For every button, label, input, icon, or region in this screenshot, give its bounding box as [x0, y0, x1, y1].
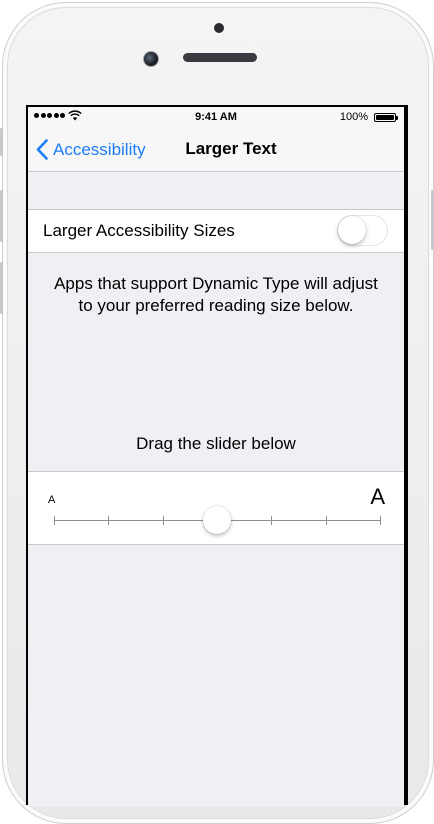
- slider-tick: [271, 516, 272, 525]
- slider-tick: [163, 516, 164, 525]
- volume-up-button: [0, 190, 3, 242]
- dynamic-type-description: Apps that support Dynamic Type will adju…: [54, 274, 378, 315]
- small-text-label: A: [48, 494, 56, 506]
- larger-sizes-label: Larger Accessibility Sizes: [43, 221, 235, 240]
- proximity-sensor: [214, 23, 224, 33]
- toggle-knob: [338, 216, 366, 244]
- slider-tick: [326, 516, 327, 525]
- larger-sizes-row: Larger Accessibility Sizes: [28, 209, 404, 253]
- slider-thumb[interactable]: [203, 506, 231, 534]
- battery-icon: [374, 113, 398, 122]
- display: 9:41 AM 100% Accessibility Larger Text L…: [28, 107, 404, 807]
- slider-hint: Drag the slider below: [136, 434, 296, 453]
- earpiece-speaker: [183, 53, 257, 62]
- slider-tick: [380, 516, 381, 525]
- larger-sizes-toggle[interactable]: [337, 215, 388, 246]
- slider-tick: [54, 516, 55, 525]
- back-chevron-icon: [36, 139, 48, 160]
- screen: 9:41 AM 100% Accessibility Larger Text L…: [26, 105, 408, 807]
- mute-switch: [0, 128, 3, 156]
- back-button[interactable]: Accessibility: [36, 139, 146, 160]
- battery-percent: 100%: [339, 111, 368, 123]
- large-text-label: A: [370, 484, 385, 509]
- text-size-slider-row: A A: [28, 471, 404, 545]
- front-camera: [143, 51, 159, 67]
- slider-tick: [108, 516, 109, 525]
- status-bar: 9:41 AM 100%: [28, 107, 404, 127]
- navigation-bar: Accessibility Larger Text: [28, 127, 404, 172]
- page-title-text: Larger Text: [185, 139, 277, 158]
- back-button-label: Accessibility: [53, 139, 146, 159]
- volume-down-button: [0, 262, 3, 314]
